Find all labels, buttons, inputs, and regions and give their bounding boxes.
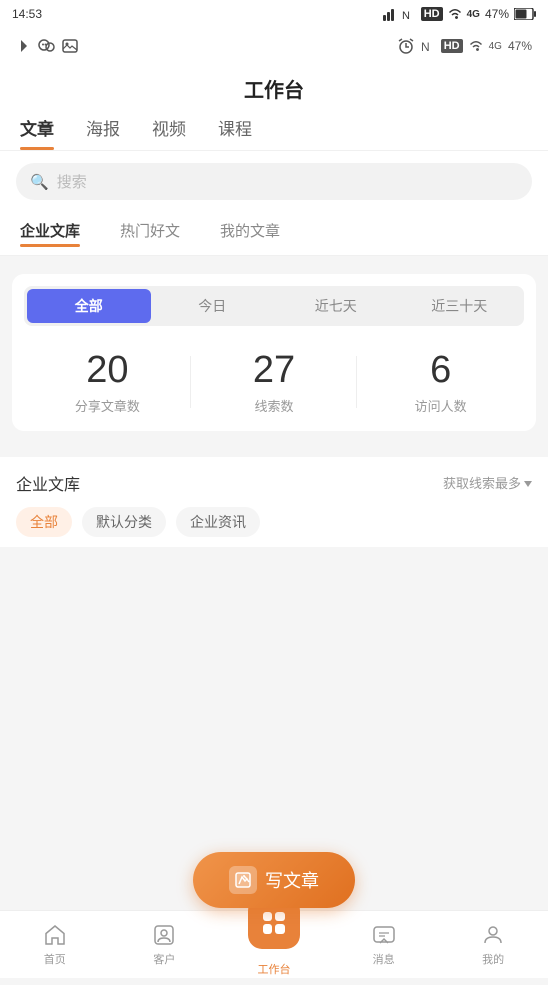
stat-articles-number: 20 [24, 350, 191, 392]
search-placeholder-text: 搜索 [57, 171, 87, 192]
stat-clues: 27 线索数 [191, 350, 358, 415]
tab-article[interactable]: 文章 [20, 115, 54, 150]
nav-workbench-label: 工作台 [257, 961, 290, 977]
content-section-title: 企业文库 [16, 471, 80, 495]
svg-text:N: N [402, 10, 410, 21]
nav-message-label: 消息 [373, 951, 395, 967]
sub-tab-mine[interactable]: 我的文章 [220, 220, 280, 247]
period-30days[interactable]: 近三十天 [398, 289, 522, 323]
tab-poster[interactable]: 海报 [86, 115, 120, 150]
period-all[interactable]: 全部 [27, 289, 151, 323]
stat-articles: 20 分享文章数 [24, 350, 191, 415]
sort-dropdown[interactable]: 获取线索最多 [443, 473, 532, 492]
network2: 4G [489, 41, 502, 52]
wifi-icon [448, 8, 462, 20]
period-7days[interactable]: 近七天 [274, 289, 398, 323]
wechat-icon [38, 38, 56, 54]
cat-tag-default[interactable]: 默认分类 [82, 507, 166, 537]
nfc-icon: N [402, 7, 416, 21]
app-status-left-icons [16, 38, 78, 54]
status-icons: N HD 4G 47% [383, 7, 536, 21]
hd-badge2: HD [441, 39, 463, 53]
write-icon [229, 866, 257, 894]
stat-visitors-number: 6 [357, 350, 524, 392]
content-header: 企业文库 获取线索最多 [16, 471, 532, 495]
battery2: 47% [508, 39, 532, 53]
svg-text:N: N [421, 40, 430, 54]
nav-item-home[interactable]: 首页 [0, 915, 110, 975]
divider-1 [0, 256, 548, 264]
nav-customer-label: 客户 [153, 951, 175, 967]
tab-course[interactable]: 课程 [218, 115, 252, 150]
cat-tag-enterprise[interactable]: 企业资讯 [176, 507, 260, 537]
battery-percent: 47% [485, 7, 509, 21]
status-time: 14:53 [12, 7, 42, 21]
nfc2-icon: N [421, 38, 435, 54]
main-tabs: 文章 海报 视频 课程 [0, 107, 548, 151]
grid-icon [263, 912, 285, 934]
category-tags: 全部 默认分类 企业资讯 [16, 507, 532, 537]
hd-badge: HD [421, 7, 443, 21]
nav-home-label: 首页 [44, 951, 66, 967]
stat-visitors-label: 访问人数 [357, 396, 524, 415]
sort-label: 获取线索最多 [443, 473, 521, 492]
nav-item-mine[interactable]: 我的 [438, 915, 548, 975]
write-article-button[interactable]: 写文章 [193, 852, 355, 908]
tab-video[interactable]: 视频 [152, 115, 186, 150]
home-icon [43, 923, 67, 947]
stat-clues-number: 27 [191, 350, 358, 392]
phone-status-bar: 14:53 N HD 4G 47% [0, 0, 548, 28]
sub-tabs: 企业文库 热门好文 我的文章 [0, 212, 548, 256]
signal-icon [383, 7, 397, 21]
content-section: 企业文库 获取线索最多 全部 默认分类 企业资讯 [0, 457, 548, 547]
stats-section: 全部 今日 近七天 近三十天 20 分享文章数 27 线索数 6 访问人数 [12, 274, 536, 431]
write-button-label: 写文章 [265, 867, 319, 893]
arrow-icon [16, 38, 32, 54]
nav-item-customer[interactable]: 客户 [110, 915, 220, 975]
search-container: 🔍 搜索 [0, 151, 548, 212]
bottom-nav: 首页 客户 工作台 消息 [0, 910, 548, 978]
nav-mine-label: 我的 [482, 951, 504, 967]
period-filter: 全部 今日 近七天 近三十天 [24, 286, 524, 326]
sub-tab-library[interactable]: 企业文库 [20, 220, 80, 247]
page-header: 工作台 [0, 64, 548, 107]
user-icon [481, 923, 505, 947]
message-icon [372, 923, 396, 947]
chevron-down-icon [524, 481, 532, 487]
app-status-bar: N HD 4G 47% [0, 28, 548, 64]
sub-tab-popular[interactable]: 热门好文 [120, 220, 180, 247]
stats-row: 20 分享文章数 27 线索数 6 访问人数 [24, 342, 524, 419]
stat-visitors: 6 访问人数 [357, 350, 524, 415]
customer-icon [152, 923, 176, 947]
network-type: 4G [467, 9, 480, 20]
alarm-icon [397, 38, 415, 54]
app-status-right-icons: N HD 4G 47% [397, 38, 532, 54]
search-icon: 🔍 [30, 173, 49, 191]
edit-icon [234, 871, 252, 889]
stat-clues-label: 线索数 [191, 396, 358, 415]
divider-2 [0, 441, 548, 449]
nav-item-message[interactable]: 消息 [329, 915, 439, 975]
write-button-container: 写文章 [193, 852, 355, 908]
stat-articles-label: 分享文章数 [24, 396, 191, 415]
wifi2-icon [469, 40, 483, 52]
period-today[interactable]: 今日 [151, 289, 275, 323]
image-icon [62, 38, 78, 54]
cat-tag-all[interactable]: 全部 [16, 507, 72, 537]
battery-icon [514, 8, 536, 20]
search-box[interactable]: 🔍 搜索 [16, 163, 532, 200]
page-title: 工作台 [244, 80, 304, 102]
